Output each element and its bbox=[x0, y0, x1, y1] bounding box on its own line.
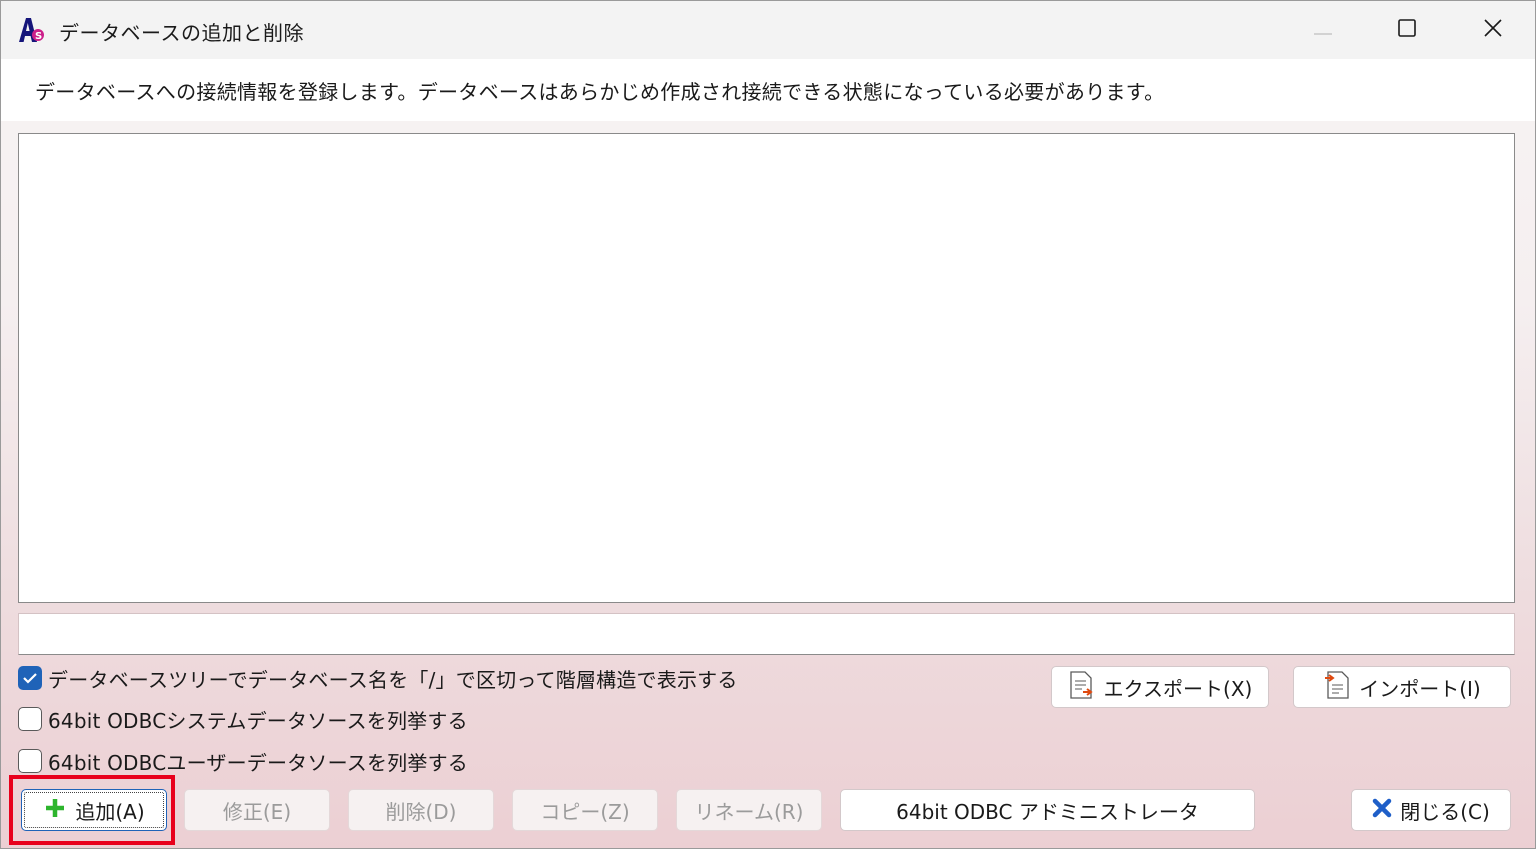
database-path-field[interactable] bbox=[18, 613, 1515, 655]
checkmark-icon bbox=[23, 673, 37, 684]
checkbox-hierarchy[interactable] bbox=[18, 666, 42, 690]
checkbox-user-dsn[interactable] bbox=[18, 749, 42, 773]
copy-button-label: コピー(Z) bbox=[540, 799, 630, 824]
info-panel: データベースへの接続情報を登録します。データベースはあらかじめ作成され接続できる… bbox=[1, 59, 1535, 121]
maximize-button[interactable] bbox=[1367, 1, 1447, 59]
delete-button-label: 削除(D) bbox=[385, 799, 457, 824]
close-button-label: 閉じる(C) bbox=[1400, 799, 1490, 824]
checkbox-system-dsn[interactable] bbox=[18, 707, 42, 731]
info-text: データベースへの接続情報を登録します。データベースはあらかじめ作成され接続できる… bbox=[35, 80, 1165, 104]
edit-button[interactable]: 修正(E) bbox=[184, 789, 330, 831]
checkbox-user-dsn-row[interactable]: 64bit ODBCユーザーデータソースを列挙する bbox=[18, 746, 468, 776]
edit-button-label: 修正(E) bbox=[222, 799, 292, 824]
rename-button[interactable]: リネーム(R) bbox=[676, 789, 822, 831]
close-icon bbox=[1483, 18, 1503, 42]
close-window-button[interactable] bbox=[1453, 1, 1533, 59]
close-button[interactable]: 閉じる(C) bbox=[1351, 789, 1511, 831]
checkbox-hierarchy-label: データベースツリーでデータベース名を「/」で区切って階層構造で表示する bbox=[48, 667, 738, 692]
odbc-admin-button-label: 64bit ODBC アドミニストレータ bbox=[896, 799, 1199, 824]
export-button[interactable]: エクスポート(X) bbox=[1051, 666, 1269, 708]
database-list[interactable] bbox=[18, 133, 1515, 603]
import-button-label: インポート(I) bbox=[1359, 676, 1481, 701]
svg-text:S: S bbox=[35, 31, 42, 42]
maximize-icon bbox=[1397, 18, 1417, 42]
import-button[interactable]: インポート(I) bbox=[1293, 666, 1511, 708]
minimize-icon bbox=[1313, 21, 1333, 40]
rename-button-label: リネーム(R) bbox=[694, 799, 804, 824]
checkbox-system-dsn-label: 64bit ODBCシステムデータソースを列挙する bbox=[48, 708, 468, 733]
window-title: データベースの追加と削除 bbox=[59, 21, 304, 45]
minimize-button[interactable] bbox=[1283, 1, 1363, 59]
export-button-label: エクスポート(X) bbox=[1103, 676, 1253, 701]
app-logo-icon: S bbox=[17, 15, 45, 45]
highlight-box bbox=[9, 775, 175, 845]
delete-button[interactable]: 削除(D) bbox=[348, 789, 494, 831]
odbc-admin-button[interactable]: 64bit ODBC アドミニストレータ bbox=[840, 789, 1255, 831]
checkbox-user-dsn-label: 64bit ODBCユーザーデータソースを列挙する bbox=[48, 750, 468, 775]
checkbox-hierarchy-row[interactable]: データベースツリーでデータベース名を「/」で区切って階層構造で表示する bbox=[18, 663, 738, 693]
dialog-window: S データベースの追加と削除 データベースへの接続情報を登録します。データベース… bbox=[0, 0, 1536, 849]
x-mark-icon bbox=[1372, 798, 1392, 823]
import-icon bbox=[1323, 670, 1351, 705]
copy-button[interactable]: コピー(Z) bbox=[512, 789, 658, 831]
checkbox-system-dsn-row[interactable]: 64bit ODBCシステムデータソースを列挙する bbox=[18, 704, 468, 734]
title-bar[interactable]: S データベースの追加と削除 bbox=[1, 1, 1535, 59]
export-icon bbox=[1068, 670, 1096, 705]
